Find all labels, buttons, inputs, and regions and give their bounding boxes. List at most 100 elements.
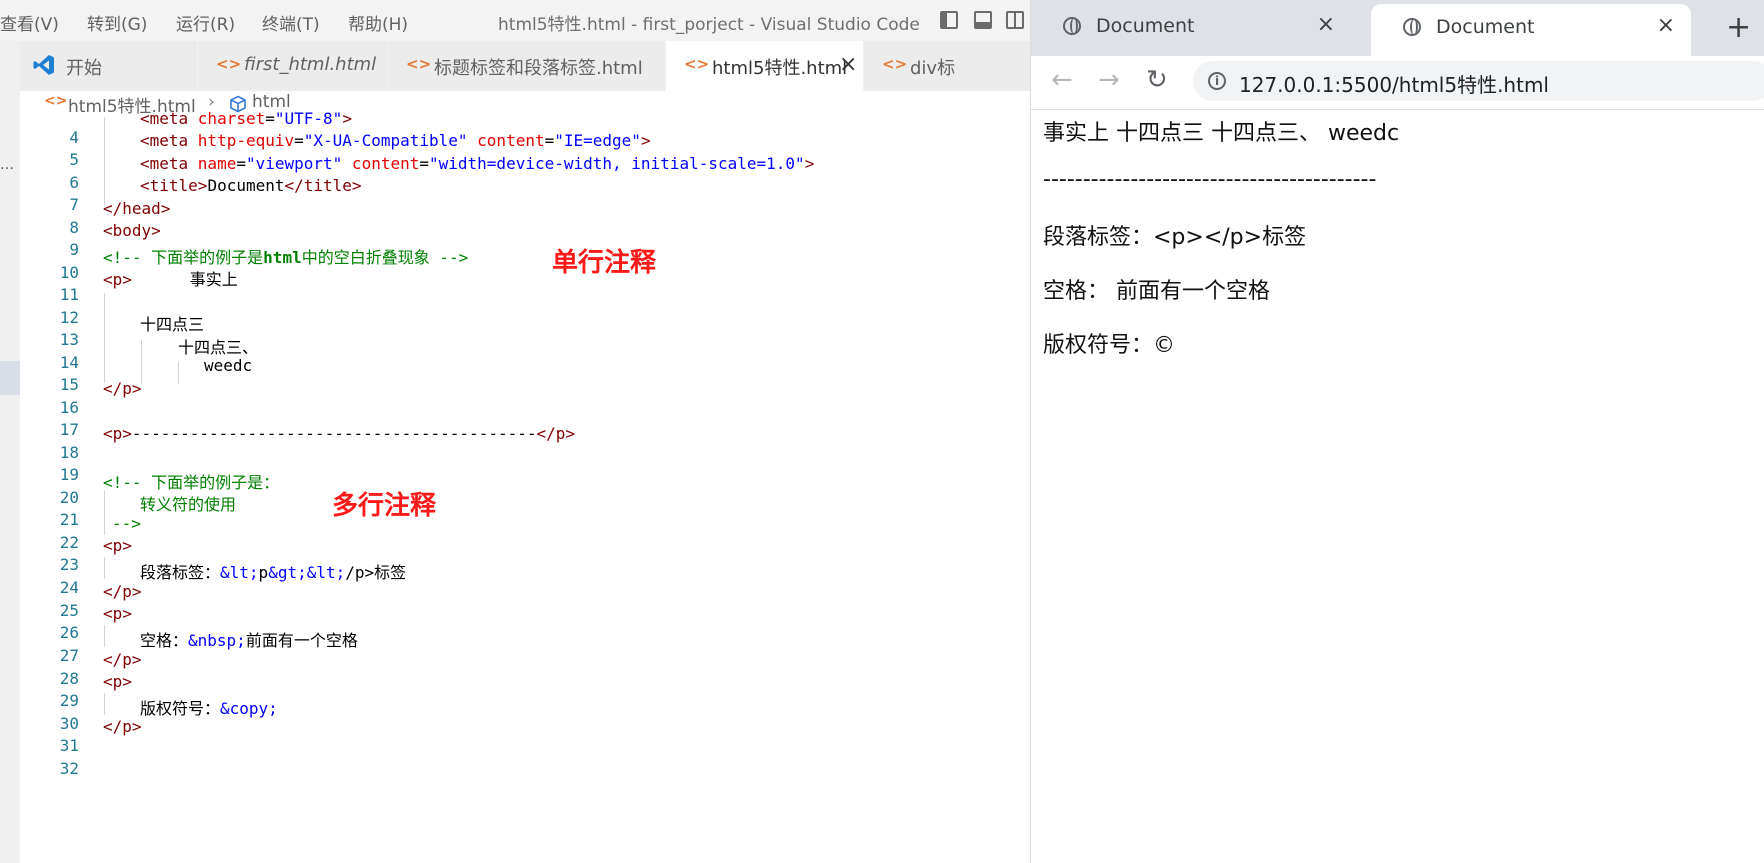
new-tab-button[interactable]: +	[1726, 10, 1751, 45]
code-line-22: 22 -->	[20, 514, 1030, 552]
menu-view[interactable]: 查看(V)	[0, 10, 59, 35]
browser-toolbar: ← → ↻ i 127.0.0.1:5500/html5特性.html	[1031, 56, 1764, 110]
code-line-29: 29 <p>	[20, 672, 1030, 710]
code-line-13: 13 十四点三	[20, 311, 1030, 349]
activity-overflow-icon[interactable]: …	[0, 157, 14, 173]
menu-terminal[interactable]: 终端(T)	[262, 10, 320, 35]
reload-button[interactable]: ↻	[1146, 65, 1168, 95]
code-line-16: 16 </p>	[20, 379, 1030, 417]
browser-tab-active[interactable]: Document ×	[1371, 4, 1691, 56]
title-bar: 查看(V) 转到(G) 运行(R) 终端(T) 帮助(H) html5特性.ht…	[0, 0, 1030, 41]
rendered-paragraph-whitespace: 事实上 十四点三 十四点三、 weedc	[1043, 121, 1400, 146]
globe-icon	[1403, 18, 1421, 36]
tab-heading-paragraph[interactable]: <> 标题标签和段落标签.html	[388, 41, 666, 91]
activity-selection-marker	[0, 361, 20, 395]
code-text: <title>Document</title>	[140, 176, 362, 195]
tab-welcome[interactable]: 开始	[20, 41, 198, 91]
code-editor[interactable]: 4 <meta charset="UTF-8"> 5 <meta http-eq…	[20, 109, 1030, 863]
html-file-icon: <>	[44, 93, 68, 109]
code-text: </p>	[103, 379, 142, 398]
code-text: 空格：&nbsp;前面有一个空格	[140, 631, 358, 650]
tab-html5-features[interactable]: <> html5特性.html ×	[666, 41, 864, 91]
tab-label: div标	[910, 58, 956, 79]
code-text: weedc	[204, 356, 253, 375]
code-line-27: 27 空格：&nbsp;前面有一个空格	[20, 627, 1030, 665]
code-line-7: 7 <title>Document</title>	[20, 176, 1030, 214]
tab-label: 标题标签和段落标签.html	[434, 58, 643, 79]
code-text: <body>	[103, 221, 161, 240]
toggle-sidebar-icon[interactable]	[940, 11, 958, 29]
html-file-icon: <>	[406, 55, 432, 73]
code-text: </p>	[103, 582, 142, 601]
html-file-icon: <>	[684, 55, 710, 73]
code-line-25: 25 </p>	[20, 582, 1030, 620]
code-text: 转义符的使用	[140, 495, 237, 514]
code-line-15: 15 weedc	[20, 356, 1030, 394]
activity-bar: …	[0, 41, 21, 863]
tab-label: first_html.html	[244, 54, 377, 75]
code-line-30: 30 版权符号：&copy;	[20, 695, 1030, 733]
rendered-paragraph-copyright: 版权符号：©	[1043, 333, 1176, 358]
code-text: <p>	[103, 536, 132, 555]
code-line-14: 14 十四点三、	[20, 334, 1030, 372]
code-line-19: 19	[20, 446, 1030, 484]
annotation-single-line-comment: 单行注释	[552, 248, 657, 278]
code-line-28: 28 </p>	[20, 650, 1030, 688]
code-line-8: 8 </head>	[20, 199, 1030, 237]
line-number: 32	[59, 759, 79, 778]
html-file-icon: <>	[216, 55, 242, 73]
code-text: 十四点三	[140, 315, 205, 334]
code-text: <p>	[103, 604, 132, 623]
rendered-paragraph-nbsp: 空格： 前面有一个空格	[1043, 279, 1270, 304]
browser-tab-strip: Document × Document × +	[1031, 0, 1764, 56]
menu-run[interactable]: 运行(R)	[176, 10, 235, 35]
code-text: </head>	[103, 199, 171, 218]
code-line-20: 20 <!-- 下面举的例子是：	[20, 469, 1030, 507]
html-file-icon: <>	[882, 55, 908, 73]
code-line-31: 31 </p>	[20, 717, 1030, 755]
browser-tab[interactable]: Document ×	[1031, 0, 1351, 56]
address-bar[interactable]: i 127.0.0.1:5500/html5特性.html	[1193, 61, 1764, 101]
close-icon[interactable]: ×	[1657, 13, 1675, 38]
toggle-secondary-sidebar-icon[interactable]	[1006, 11, 1024, 29]
code-text: <p>-------------------------------------…	[103, 424, 576, 443]
code-text: <p>	[103, 672, 132, 691]
code-text: -->	[112, 514, 141, 533]
menu-go[interactable]: 转到(G)	[87, 10, 147, 35]
info-icon[interactable]: i	[1208, 72, 1226, 90]
page-viewport: 事实上 十四点三 十四点三、 weedc -------------------…	[1031, 110, 1764, 863]
code-line-17: 17	[20, 401, 1030, 439]
close-icon[interactable]: ×	[1317, 12, 1335, 37]
code-text: <meta http-equiv="X-UA-Compatible" conte…	[140, 131, 651, 150]
code-text: </p>	[103, 650, 142, 669]
code-text: 版权符号：&copy;	[140, 699, 278, 718]
url-text[interactable]: 127.0.0.1:5500/html5特性.html	[1239, 69, 1549, 98]
code-text: 十四点三、	[178, 338, 259, 357]
forward-button[interactable]: →	[1098, 65, 1120, 95]
annotation-multi-line-comment: 多行注释	[332, 491, 437, 521]
toggle-panel-icon[interactable]	[974, 11, 992, 29]
vscode-window: 查看(V) 转到(G) 运行(R) 终端(T) 帮助(H) html5特性.ht…	[0, 0, 1030, 863]
window-title: html5特性.html - first_porject - Visual St…	[498, 15, 920, 35]
tab-close-icon[interactable]: ×	[839, 52, 857, 77]
tab-label: 开始	[66, 58, 102, 79]
code-line-4: 4 <meta charset="UTF-8">	[20, 109, 1030, 147]
code-text: <!-- 下面举的例子是：	[103, 473, 280, 492]
code-line-11: 11 <p> 事实上	[20, 266, 1030, 304]
tab-label: html5特性.html	[712, 58, 848, 79]
code-line-24: 24 段落标签：&lt;p&gt;&lt;/p>标签	[20, 559, 1030, 597]
tab-first-html[interactable]: <> first_html.html	[198, 41, 388, 91]
tab-div[interactable]: <> div标	[864, 41, 1030, 91]
code-line-18: 18 <p>----------------------------------…	[20, 424, 1030, 462]
code-text: <meta name="viewport" content="width=dev…	[140, 154, 815, 173]
code-text: <meta charset="UTF-8">	[140, 109, 352, 128]
code-text: 段落标签：&lt;p&gt;&lt;/p>标签	[140, 563, 407, 582]
back-button[interactable]: ←	[1051, 65, 1073, 95]
code-text: </p>	[103, 717, 142, 736]
code-line-12: 12	[20, 289, 1030, 327]
code-line-32: 32	[20, 740, 1030, 778]
menu-help[interactable]: 帮助(H)	[348, 10, 408, 35]
code-line-21: 21 转义符的使用	[20, 491, 1030, 529]
browser-tab-title: Document	[1096, 15, 1195, 37]
rendered-paragraph-tag-escape: 段落标签：<p></p>标签	[1043, 225, 1307, 250]
